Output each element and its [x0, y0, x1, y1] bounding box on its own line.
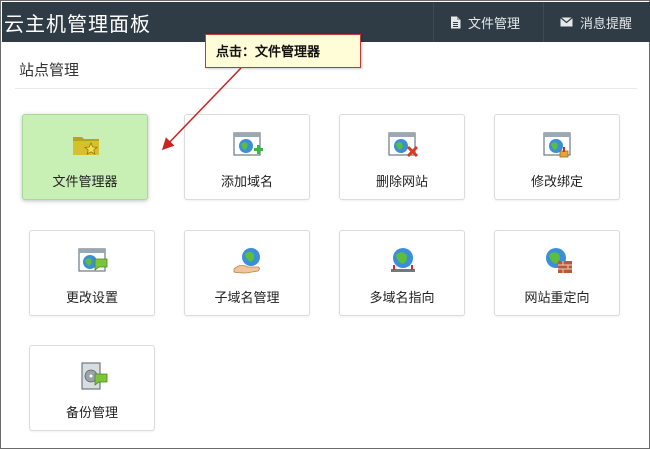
envelope-icon: [560, 17, 573, 27]
section-divider: [15, 88, 637, 89]
tile-label: 子域名管理: [214, 291, 280, 306]
tile-label: 网站重定向: [524, 291, 590, 306]
tutorial-callout: 点击：文件管理器: [205, 34, 361, 68]
tile-modify-binding[interactable]: 修改绑定: [494, 114, 620, 200]
backup-disk-icon: [77, 360, 109, 392]
window-settings-icon: [77, 245, 109, 277]
tile-site-redirect[interactable]: 网站重定向: [494, 230, 620, 316]
globe-hand-icon: [232, 245, 264, 277]
tile-label: 修改绑定: [530, 175, 583, 190]
tile-label: 多域名指向: [369, 291, 435, 306]
section-title: 站点管理: [19, 61, 80, 79]
app-frame: 云主机管理面板 文件管理 消息提醒 站点管理 文件管理器 添加域名 删除网站 修…: [0, 0, 650, 449]
window-globe-add-icon: [232, 129, 264, 161]
nav-messages-label: 消息提醒: [580, 16, 633, 32]
file-icon: [450, 16, 461, 29]
app-title: 云主机管理面板: [4, 12, 151, 36]
nav-messages-button[interactable]: 消息提醒: [543, 2, 650, 42]
folder-star-icon: [70, 129, 102, 161]
tile-label: 删除网站: [375, 175, 428, 190]
nav-file-manager-button[interactable]: 文件管理: [433, 2, 543, 42]
nav-file-manager-label: 文件管理: [468, 16, 521, 32]
tile-file-manager[interactable]: 文件管理器: [22, 114, 148, 200]
tile-subdomain-management[interactable]: 子域名管理: [184, 230, 310, 316]
tile-add-domain[interactable]: 添加域名: [184, 114, 310, 200]
tile-multi-domain-pointing[interactable]: 多域名指向: [339, 230, 465, 316]
globe-pins-icon: [387, 245, 419, 277]
window-globe-pin-icon: [542, 129, 574, 161]
tile-label: 添加域名: [220, 175, 273, 190]
tile-label: 文件管理器: [52, 175, 118, 190]
tile-change-settings[interactable]: 更改设置: [29, 230, 155, 316]
window-globe-delete-icon: [387, 129, 419, 161]
globe-wall-icon: [542, 245, 574, 277]
tile-backup-management[interactable]: 备份管理: [29, 345, 155, 431]
tile-label: 更改设置: [65, 291, 118, 306]
tile-label: 备份管理: [65, 406, 118, 421]
tile-delete-site[interactable]: 删除网站: [339, 114, 465, 200]
